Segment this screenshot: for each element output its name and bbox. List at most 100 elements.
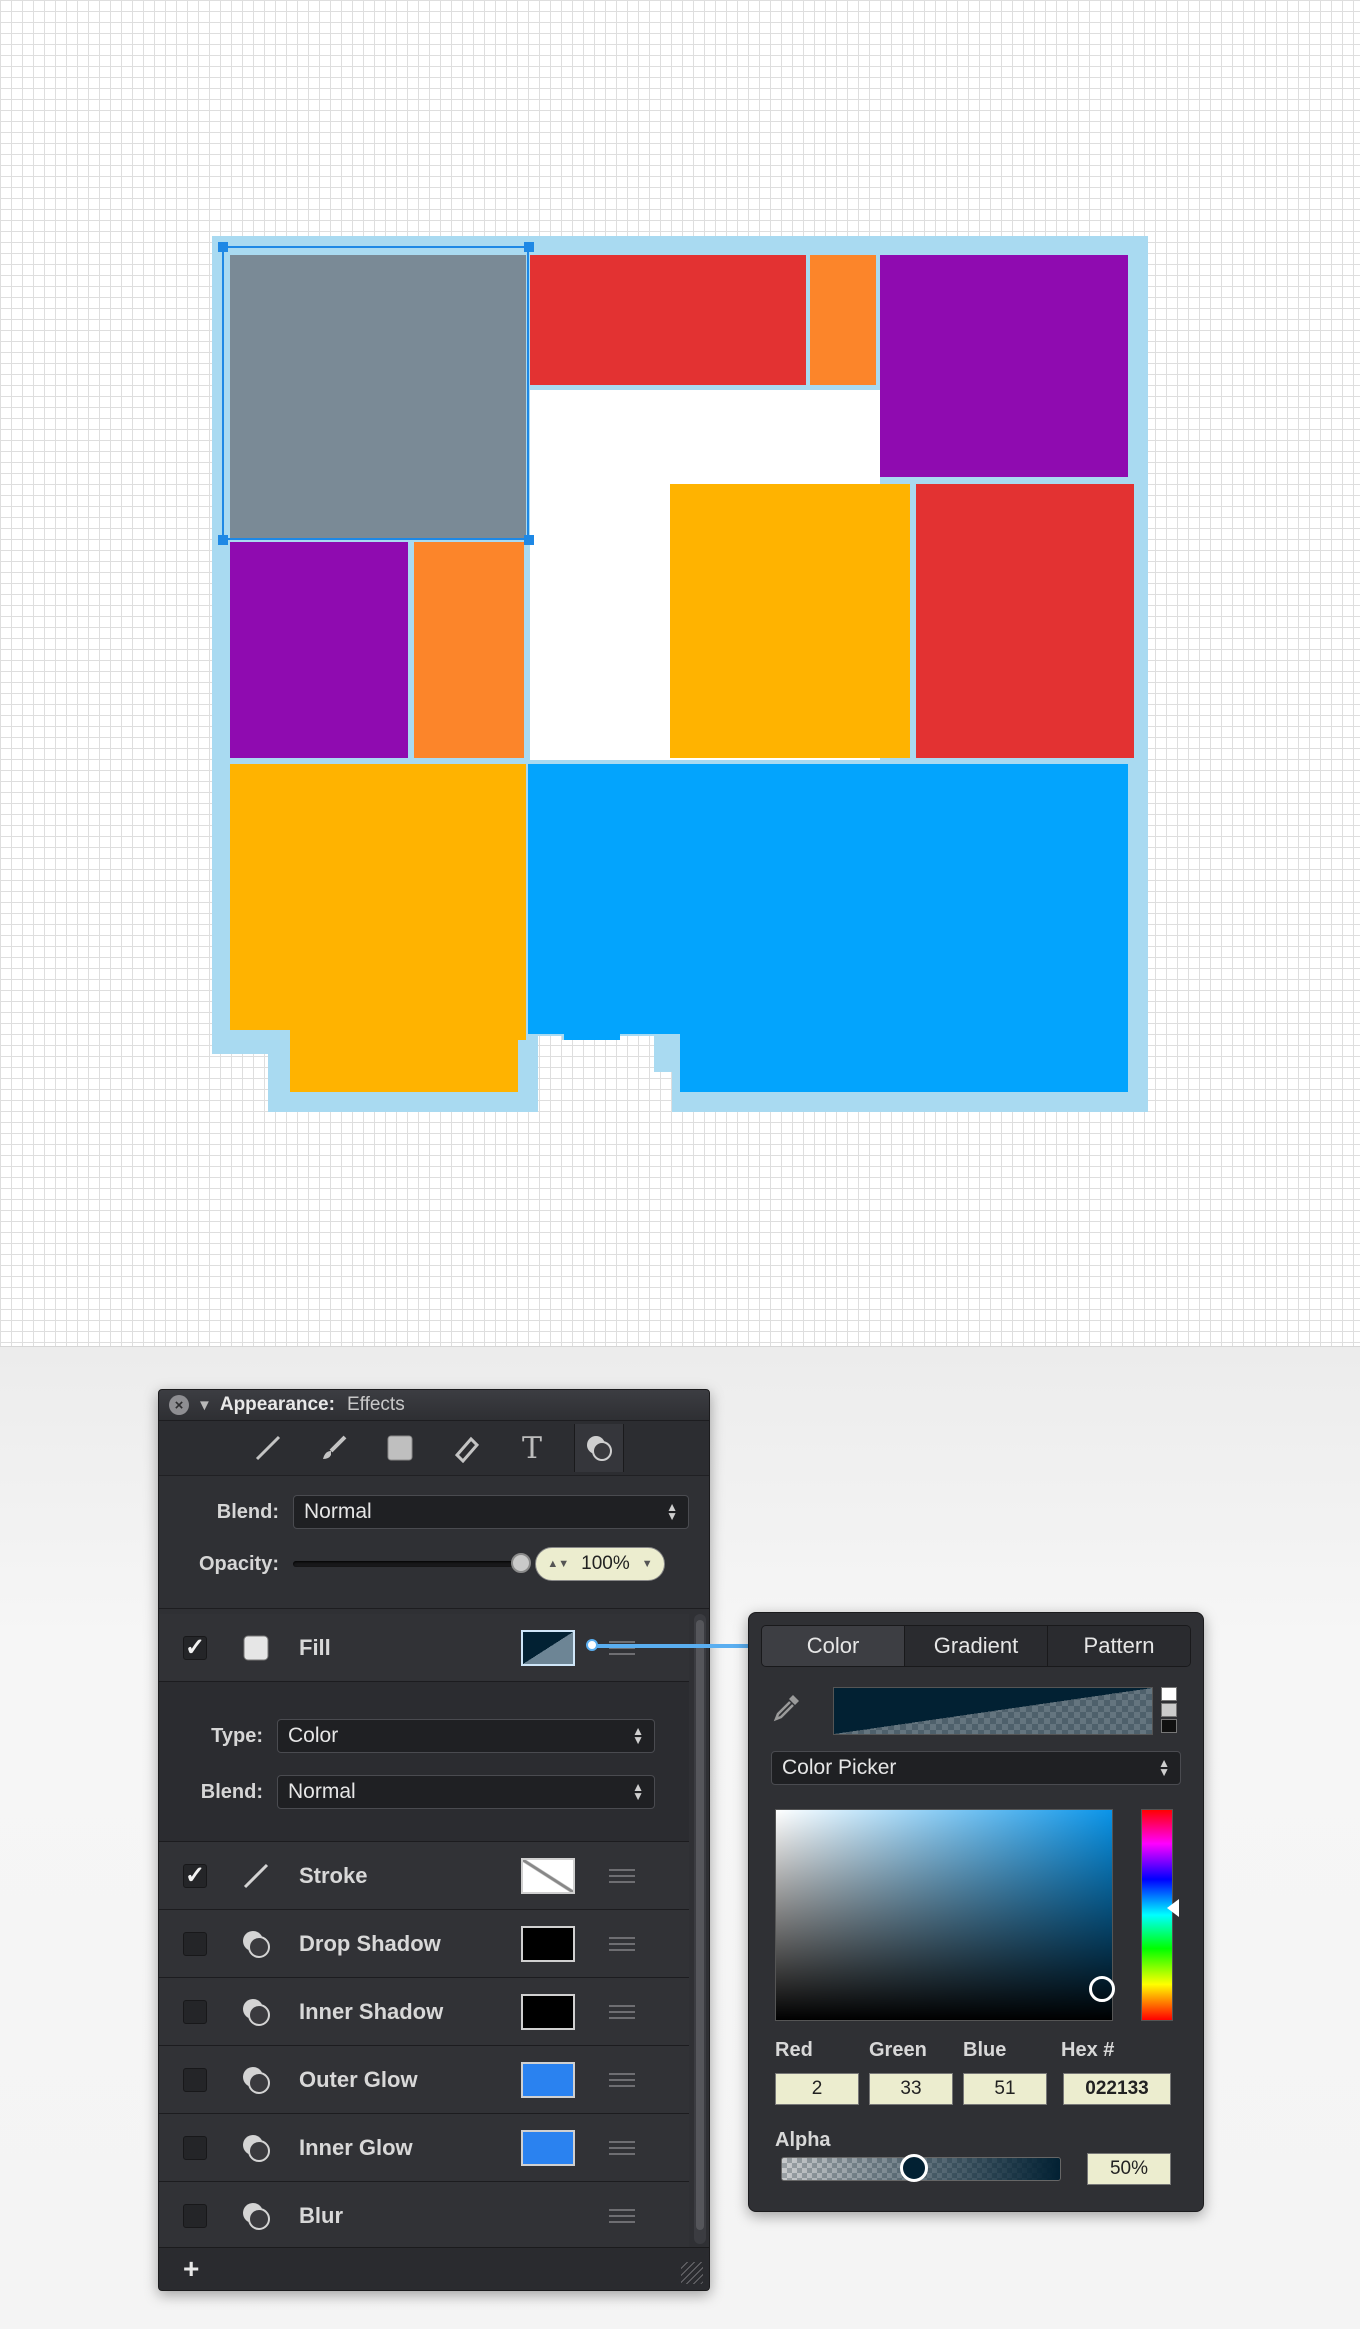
fill-options: Type: Color ▲ ▼ Blend: Normal ▲ ▼ <box>159 1682 689 1842</box>
drag-handle-icon[interactable] <box>609 1936 635 1951</box>
room-amber-center[interactable] <box>670 484 910 758</box>
effect-row[interactable]: Blur <box>159 2182 689 2250</box>
room-orange-left[interactable] <box>414 542 524 758</box>
hex-field[interactable]: 022133 <box>1063 2073 1171 2105</box>
effect-color-swatch[interactable] <box>521 2129 575 2166</box>
picker-mode-value: Color Picker <box>782 1756 897 1779</box>
effect-row[interactable]: Inner Shadow <box>159 1978 689 2046</box>
effect-checkbox[interactable] <box>183 2203 207 2228</box>
effect-checkbox[interactable]: ✓ <box>183 1862 207 1889</box>
mini-swatch[interactable] <box>1161 1687 1177 1701</box>
opacity-stepper[interactable]: ▲▼ 100% ▼ <box>535 1547 665 1581</box>
effect-label: Outer Glow <box>299 2066 418 2092</box>
popover-connector <box>592 1644 752 1648</box>
effect-row[interactable]: Outer Glow <box>159 2046 689 2114</box>
room-red-top[interactable] <box>530 255 806 385</box>
alpha-field[interactable]: 50% <box>1087 2153 1171 2185</box>
effect-checkbox[interactable] <box>183 2067 207 2092</box>
blue-label: Blue <box>963 2039 1007 2061</box>
effect-row[interactable]: ✓ Stroke <box>159 1842 689 1910</box>
color-cursor[interactable] <box>1089 1976 1115 2002</box>
swatch-placeholder <box>521 2198 575 2234</box>
green-field[interactable]: 33 <box>869 2073 953 2105</box>
effect-row[interactable]: Drop Shadow <box>159 1910 689 1978</box>
effect-label: Inner Shadow <box>299 1998 444 2024</box>
opacity-label: Opacity: <box>198 1552 279 1575</box>
blend-select[interactable]: Normal ▲ ▼ <box>293 1495 689 1529</box>
stroke-line-icon <box>239 1861 273 1891</box>
effect-label: Fill <box>299 1634 331 1660</box>
effect-color-swatch[interactable] <box>521 1925 575 1962</box>
selection-handle[interactable] <box>218 242 228 252</box>
eyedropper-icon[interactable] <box>771 1691 803 1731</box>
effect-checkbox[interactable] <box>183 1931 207 1956</box>
text-tool-icon[interactable]: T <box>508 1424 556 1472</box>
tab-pattern[interactable]: Pattern <box>1048 1626 1190 1666</box>
resize-grip-icon[interactable] <box>681 2262 703 2284</box>
channel-labels: Red Green Blue Hex # <box>775 2039 1185 2065</box>
color-mode-tabs: Color Gradient Pattern <box>761 1625 1191 1667</box>
popover-connector-dot <box>586 1639 598 1651</box>
fill-square-icon[interactable] <box>376 1424 424 1472</box>
fill-type-select[interactable]: Color ▲ ▼ <box>277 1719 655 1753</box>
drag-handle-icon[interactable] <box>609 2072 635 2087</box>
swatch-stack[interactable] <box>1161 1687 1177 1733</box>
effect-row-fill[interactable]: ✓ Fill <box>159 1614 689 1682</box>
popup-arrows-icon: ▲ ▼ <box>666 1500 678 1523</box>
effects-icon[interactable] <box>574 1424 624 1472</box>
saturation-brightness-field[interactable] <box>775 1809 1115 2021</box>
close-icon[interactable]: × <box>169 1395 189 1415</box>
effect-ball-icon <box>239 2132 273 2164</box>
artwork[interactable] <box>0 0 1360 1346</box>
popup-arrows-icon: ▲ ▼ <box>1158 1756 1170 1779</box>
add-effect-button[interactable]: + <box>183 2253 199 2285</box>
alpha-knob[interactable] <box>900 2154 928 2182</box>
picker-mode-select[interactable]: Color Picker ▲ ▼ <box>771 1751 1181 1785</box>
effect-checkbox[interactable] <box>183 1999 207 2024</box>
effect-color-swatch[interactable] <box>521 1857 575 1894</box>
fill-checkbox[interactable]: ✓ <box>183 1634 207 1661</box>
selection-handle[interactable] <box>524 535 534 545</box>
room-orange-top[interactable] <box>810 255 876 385</box>
eraser-icon[interactable] <box>442 1424 490 1472</box>
room-red-right[interactable] <box>916 484 1134 758</box>
room-gray[interactable] <box>230 255 526 539</box>
disclosure-triangle-icon[interactable]: ▼ <box>197 1397 212 1414</box>
brush-icon[interactable] <box>310 1424 358 1472</box>
scrollbar-thumb[interactable] <box>696 1620 704 2230</box>
effect-ball-icon <box>239 1928 273 1960</box>
tab-gradient[interactable]: Gradient <box>905 1626 1048 1666</box>
mini-swatch[interactable] <box>1161 1719 1177 1733</box>
chevron-down-icon[interactable]: ▼ <box>642 1558 653 1570</box>
green-label: Green <box>869 2039 927 2061</box>
line-tool-icon[interactable] <box>244 1424 292 1472</box>
selection-handle[interactable] <box>524 242 534 252</box>
hue-indicator-icon[interactable] <box>1167 1899 1179 1917</box>
fill-color-swatch[interactable] <box>521 1629 575 1666</box>
drag-handle-icon[interactable] <box>609 2208 635 2223</box>
effect-color-swatch[interactable] <box>521 1993 575 2030</box>
fill-blend-select[interactable]: Normal ▲ ▼ <box>277 1775 655 1809</box>
room-purple-left[interactable] <box>230 542 408 758</box>
drag-handle-icon[interactable] <box>609 2140 635 2155</box>
opacity-slider[interactable] <box>293 1553 531 1573</box>
drag-handle-icon[interactable] <box>609 2004 635 2019</box>
blue-field[interactable]: 51 <box>963 2073 1047 2105</box>
stepper-arrows-icon[interactable]: ▲▼ <box>547 1558 569 1570</box>
tab-color[interactable]: Color <box>762 1626 905 1666</box>
red-field[interactable]: 2 <box>775 2073 859 2105</box>
slider-knob[interactable] <box>511 1553 531 1573</box>
effect-color-swatch[interactable] <box>521 2061 575 2098</box>
scrollbar[interactable] <box>694 1614 706 2244</box>
layer-settings: Blend: Normal ▲ ▼ Opacity: ▲▼ 100% ▼ <box>159 1476 709 1609</box>
effect-label: Stroke <box>299 1862 368 1888</box>
alpha-label: Alpha <box>775 2129 831 2151</box>
effect-row[interactable]: Inner Glow <box>159 2114 689 2182</box>
selection-handle[interactable] <box>218 535 228 545</box>
panel-titlebar[interactable]: × ▼ Appearance: Effects <box>159 1390 709 1421</box>
effect-checkbox[interactable] <box>183 2135 207 2160</box>
room-purple-top[interactable] <box>880 255 1128 477</box>
drag-handle-icon[interactable] <box>609 1868 635 1883</box>
mini-swatch[interactable] <box>1161 1703 1177 1717</box>
room-blue-bottom[interactable] <box>528 764 1128 1092</box>
